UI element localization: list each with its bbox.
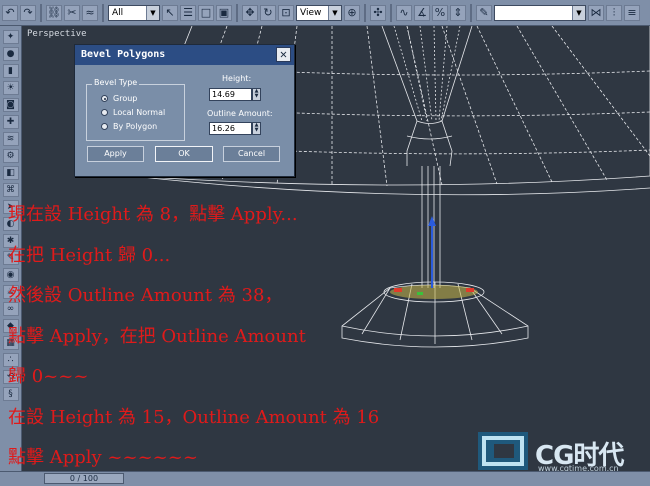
main-toolbar: ↶ ↷ ⛓ ✂ ≈ All ▼ ↖ ☰ □ ▣ ✥ ↻ ⊡ View ▼ ⊕ ✣…	[0, 0, 650, 26]
apply-button[interactable]: Apply	[87, 146, 144, 162]
percent-snap-icon[interactable]: %	[432, 4, 448, 21]
spinner-snap-icon[interactable]: ⇕	[450, 4, 466, 21]
reference-coord-dropdown[interactable]: View ▼	[296, 4, 342, 21]
bevel-type-title: Bevel Type	[92, 78, 140, 87]
radio-group[interactable]: Group	[101, 93, 137, 104]
outline-amount-label: Outline Amount:	[207, 109, 273, 118]
select-move-icon[interactable]: ✥	[242, 4, 258, 21]
snaps-toggle-icon[interactable]: ∿	[396, 4, 412, 21]
hierarchy-icon[interactable]: ⌘	[2, 183, 19, 197]
viewport-label[interactable]: Perspective	[27, 29, 87, 39]
height-label: Height:	[222, 74, 252, 83]
instruction-line: 在把 Height 歸 0...	[8, 245, 171, 266]
bevel-polygons-dialog: Bevel Polygons ✕ Bevel Type Group Local …	[74, 44, 295, 177]
layer-manager-icon[interactable]: ≡	[624, 4, 640, 21]
outline-amount-input[interactable]: 16.26	[209, 122, 252, 135]
radio-label: By Polygon	[113, 122, 158, 131]
time-slider[interactable]: 0 / 100	[44, 473, 124, 484]
watermark: CG时代 www.cgtime.com.cn	[474, 430, 646, 474]
pivot-center-icon[interactable]: ⊕	[344, 4, 360, 21]
camera-icon[interactable]: ◙	[2, 98, 19, 112]
selection-filter-value: All	[112, 7, 124, 18]
cancel-button[interactable]: Cancel	[223, 146, 280, 162]
reference-coord-value: View	[300, 7, 322, 18]
select-link-icon[interactable]: ⛓	[46, 4, 62, 21]
material-icon[interactable]: ◉	[2, 268, 19, 282]
select-manipulate-icon[interactable]: ✣	[370, 4, 386, 21]
instruction-line: 歸 0~~~	[8, 366, 89, 387]
modifier-icon[interactable]: ◧	[2, 166, 19, 180]
height-input[interactable]: 14.69	[209, 88, 252, 101]
close-icon[interactable]: ✕	[276, 47, 291, 62]
undo-icon[interactable]: ↶	[2, 4, 18, 21]
chevron-down-icon: ▼	[572, 5, 585, 20]
radio-local-normal[interactable]: Local Normal	[101, 107, 165, 118]
toolbar-divider	[236, 3, 238, 22]
radio-selected-icon	[101, 95, 108, 102]
instruction-line: 在設 Height 為 15，Outline Amount 為 16	[8, 407, 380, 428]
dialog-title-bar[interactable]: Bevel Polygons ✕	[75, 45, 294, 65]
cg-logo-icon	[478, 432, 528, 470]
named-selection-icon[interactable]: ✎	[476, 4, 492, 21]
dialog-title: Bevel Polygons	[81, 49, 166, 60]
bevel-type-group: Bevel Type Group Local Normal By Polygon	[86, 78, 185, 141]
align-icon[interactable]: ⫶	[606, 4, 622, 21]
height-spinner[interactable]: 14.69 ▲ ▼	[209, 88, 261, 101]
outline-amount-spinner[interactable]: 16.26 ▲ ▼	[209, 122, 261, 135]
light-icon[interactable]: ☀	[2, 81, 19, 95]
redo-icon[interactable]: ↷	[20, 4, 36, 21]
select-scale-icon[interactable]: ⊡	[278, 4, 294, 21]
angle-snap-icon[interactable]: ∡	[414, 4, 430, 21]
instruction-line: 然後設 Outline Amount 為 38，	[8, 285, 283, 306]
selection-filter-dropdown[interactable]: All ▼	[108, 4, 160, 21]
toolbar-divider	[390, 3, 392, 22]
select-by-name-icon[interactable]: ☰	[180, 4, 196, 21]
sphere-icon[interactable]: ●	[2, 47, 19, 61]
radio-unselected-icon	[101, 109, 108, 116]
script-icon[interactable]: §	[2, 387, 19, 401]
unlink-icon[interactable]: ✂	[64, 4, 80, 21]
create-icon[interactable]: ✦	[2, 30, 19, 44]
radio-label: Group	[113, 94, 138, 103]
chevron-down-icon: ▼	[328, 5, 341, 20]
rectangular-selection-icon[interactable]: □	[198, 4, 214, 21]
window-crossing-icon[interactable]: ▣	[216, 4, 232, 21]
spinner-arrows-icon[interactable]: ▲ ▼	[252, 88, 261, 101]
toolbar-divider	[364, 3, 366, 22]
instruction-line: 點擊 Apply，在把 Outline Amount	[8, 326, 306, 347]
named-selection-dropdown[interactable]: ▼	[494, 4, 586, 21]
select-object-icon[interactable]: ↖	[162, 4, 178, 21]
space-warp-icon[interactable]: ≋	[2, 132, 19, 146]
chevron-down-icon: ▼	[146, 5, 159, 20]
radio-by-polygon[interactable]: By Polygon	[101, 121, 157, 132]
select-rotate-icon[interactable]: ↻	[260, 4, 276, 21]
toolbar-divider	[470, 3, 472, 22]
time-slider-bar: 0 / 100	[0, 471, 650, 486]
radio-label: Local Normal	[113, 108, 166, 117]
toolbar-divider	[40, 3, 42, 22]
cylinder-icon[interactable]: ▮	[2, 64, 19, 78]
system-icon[interactable]: ⚙	[2, 149, 19, 163]
helper-icon[interactable]: ✚	[2, 115, 19, 129]
toolbar-divider	[102, 3, 104, 22]
ok-button[interactable]: OK	[155, 146, 213, 162]
bind-space-warp-icon[interactable]: ≈	[82, 4, 98, 21]
spinner-arrows-icon[interactable]: ▲ ▼	[252, 122, 261, 135]
radio-unselected-icon	[101, 123, 108, 130]
instruction-line: 點擊 Apply ~~~~~~	[8, 447, 198, 468]
instruction-line: 現在設 Height 為 8，點擊 Apply...	[8, 204, 298, 225]
mirror-icon[interactable]: ⋈	[588, 4, 604, 21]
